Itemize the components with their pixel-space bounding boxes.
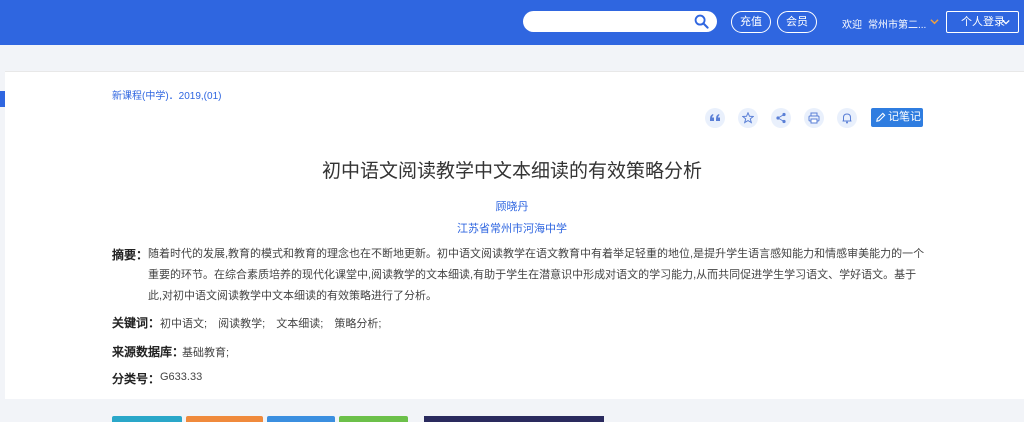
article-title: 初中语文阅读教学中文本细读的有效策略分析: [321, 161, 702, 182]
download-button[interactable]: [112, 416, 182, 422]
side-collapse-tab[interactable]: [0, 91, 5, 107]
chevron-down-icon: [1002, 19, 1010, 25]
source-database-value: 基础教育;: [182, 347, 230, 359]
cite-icon[interactable]: [705, 108, 725, 128]
top-bar: 充值 会员 欢迎 常州市第二... 个人登录: [0, 0, 1024, 45]
keyword-link[interactable]: 初中语文;: [160, 318, 207, 330]
abstract-line: 随着时代的发展,教育的模式和教育的理念也在不断地更新。初中语文阅读教学在语文教育…: [148, 248, 925, 260]
classification-label: 分类号：: [112, 372, 161, 386]
personal-login-label: 个人登录: [961, 16, 1005, 28]
take-note-label: 记笔记: [888, 111, 921, 123]
recharge-button[interactable]: 充值: [731, 11, 771, 33]
share-icon[interactable]: [771, 108, 791, 128]
classification-value: G633.33: [160, 371, 203, 383]
pencil-icon: [876, 112, 886, 122]
keyword-link[interactable]: 文本细读;: [276, 318, 323, 330]
download-button[interactable]: [186, 416, 263, 422]
chevron-down-icon[interactable]: [930, 17, 939, 26]
welcome-text: 欢迎: [842, 20, 862, 31]
search-icon[interactable]: [694, 14, 709, 29]
organization-name[interactable]: 常州市第二...: [868, 16, 926, 31]
abstract-line: 此,对初中语文阅读教学中文本细读的有效策略进行了分析。: [148, 290, 438, 302]
promo-banner[interactable]: [424, 416, 604, 422]
member-button[interactable]: 会员: [777, 11, 817, 33]
take-note-button[interactable]: 记笔记: [871, 108, 923, 127]
affiliation-link[interactable]: 江苏省常州市河海中学: [0, 220, 1024, 236]
abstract-line: 重要的环节。在综合素质培养的现代化课堂中,阅读教学的文本细读,有助于学生在潜意识…: [148, 269, 917, 281]
print-icon[interactable]: [804, 108, 824, 128]
keywords-list: 初中语文; 阅读教学; 文本细读; 策略分析;: [160, 315, 389, 331]
abstract-label: 摘要：: [112, 248, 149, 262]
author-link[interactable]: 顾晓丹: [0, 198, 1024, 214]
online-read-button[interactable]: [267, 416, 335, 422]
personal-login-button[interactable]: 个人登录: [946, 11, 1019, 33]
app-read-button[interactable]: [339, 416, 408, 422]
favorite-star-icon[interactable]: [738, 108, 758, 128]
keywords-label: 关键词：: [112, 316, 161, 330]
keyword-link[interactable]: 阅读教学;: [218, 318, 265, 330]
search-input[interactable]: [523, 11, 717, 32]
source-database-label: 来源数据库：: [112, 345, 185, 359]
abstract-text: 随着时代的发展,教育的模式和教育的理念也在不断地更新。初中语文阅读教学在语文教育…: [148, 244, 928, 307]
journal-source[interactable]: 新课程(中学)．2019,(01): [112, 87, 221, 102]
bell-icon[interactable]: [837, 108, 857, 128]
keyword-link[interactable]: 策略分析;: [334, 318, 381, 330]
